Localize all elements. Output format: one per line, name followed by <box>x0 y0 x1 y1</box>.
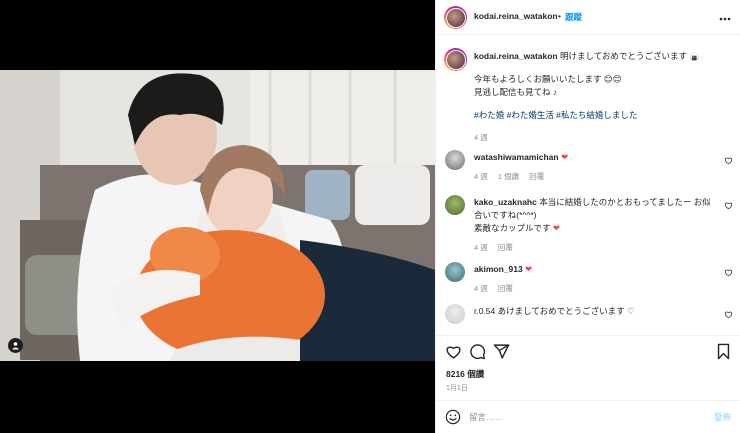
caption-line-2: 今年もよろしくお願いいたします <box>474 74 602 84</box>
user-tag-icon <box>12 342 19 350</box>
comment-icon[interactable] <box>469 343 486 360</box>
comment-avatar[interactable] <box>445 304 465 324</box>
white-heart-emoji: ♡ <box>627 306 635 316</box>
comment-username[interactable]: akimon_913 <box>474 264 523 274</box>
heart-icon[interactable] <box>724 310 733 319</box>
comment-input[interactable] <box>469 409 699 425</box>
reply-button[interactable]: 回覆 <box>498 243 513 252</box>
more-icon <box>719 17 731 21</box>
caption-username[interactable]: kodai.reina_watakon <box>474 51 558 61</box>
likes-count[interactable]: 8216 個讚 <box>446 368 484 380</box>
smile-emoji: 😊😊 <box>603 74 622 84</box>
user-tag-button[interactable] <box>8 338 23 353</box>
comment-username[interactable]: r.0.54 <box>474 306 495 316</box>
reply-button[interactable]: 回覆 <box>529 172 544 181</box>
caption-avatar[interactable] <box>444 48 467 71</box>
comment-username[interactable]: kako_uzaknahc <box>474 197 537 207</box>
comment-time[interactable]: 4 週 <box>474 284 488 293</box>
action-bar <box>436 335 740 365</box>
separator-dot: • <box>558 11 561 21</box>
comment-text-2: 素敵なカップルです <box>474 223 551 233</box>
red-heart-emoji: ❤ <box>552 223 561 233</box>
author-avatar[interactable] <box>444 6 467 29</box>
sparkle-emoji: ♪ <box>552 87 558 97</box>
reply-button[interactable]: 回覆 <box>498 284 513 293</box>
comment-avatar[interactable] <box>445 150 465 170</box>
heart-icon[interactable] <box>724 156 733 165</box>
rice-emoji: 🍙 <box>689 51 700 61</box>
comment-text: あけましておめでとうございます <box>497 306 625 316</box>
emoji-icon[interactable] <box>445 409 461 425</box>
heart-icon[interactable] <box>724 201 733 210</box>
comment-username[interactable]: watashiwamamichan <box>474 152 559 162</box>
red-heart-emoji: ❤ <box>525 264 533 274</box>
bookmark-icon[interactable] <box>715 343 732 360</box>
red-heart-emoji: ❤ <box>560 152 569 162</box>
share-icon[interactable] <box>493 343 510 360</box>
post-header: kodai.reina_watakon • 跟蹤 <box>436 0 740 35</box>
comment-composer: 發佈 <box>436 400 740 433</box>
caption-hashtags[interactable]: #わた婚 #わた婚生活 #私たち結婚しました <box>474 109 729 122</box>
comment-likes[interactable]: 1 個讚 <box>498 172 519 181</box>
more-options-button[interactable] <box>719 9 731 24</box>
media-viewer <box>0 0 435 433</box>
comment-time[interactable]: 4 週 <box>474 243 488 252</box>
caption-line-3: 見逃し配信も見てね <box>474 87 551 97</box>
comment-avatar[interactable] <box>445 195 465 215</box>
author-username[interactable]: kodai.reina_watakon <box>474 11 558 21</box>
post-side-panel: kodai.reina_watakon • 跟蹤 kodai.reina_wat… <box>435 0 740 433</box>
caption-line-1: 明けましておめでとうございます <box>560 51 687 61</box>
comment-avatar[interactable] <box>445 262 465 282</box>
post-comment-button[interactable]: 發佈 <box>714 411 731 423</box>
heart-icon[interactable] <box>445 343 462 360</box>
heart-icon[interactable] <box>724 268 733 277</box>
caption-time[interactable]: 4 週 <box>474 133 488 142</box>
comments-scroll-area[interactable]: kodai.reina_watakon 明けましておめでとうございます 🍙 今年… <box>436 35 740 335</box>
photo-illustration <box>0 70 435 361</box>
post-date[interactable]: 1月1日 <box>446 383 468 393</box>
follow-button[interactable]: 跟蹤 <box>565 11 582 23</box>
post-photo[interactable] <box>0 70 435 361</box>
comment-time[interactable]: 4 週 <box>474 172 488 181</box>
